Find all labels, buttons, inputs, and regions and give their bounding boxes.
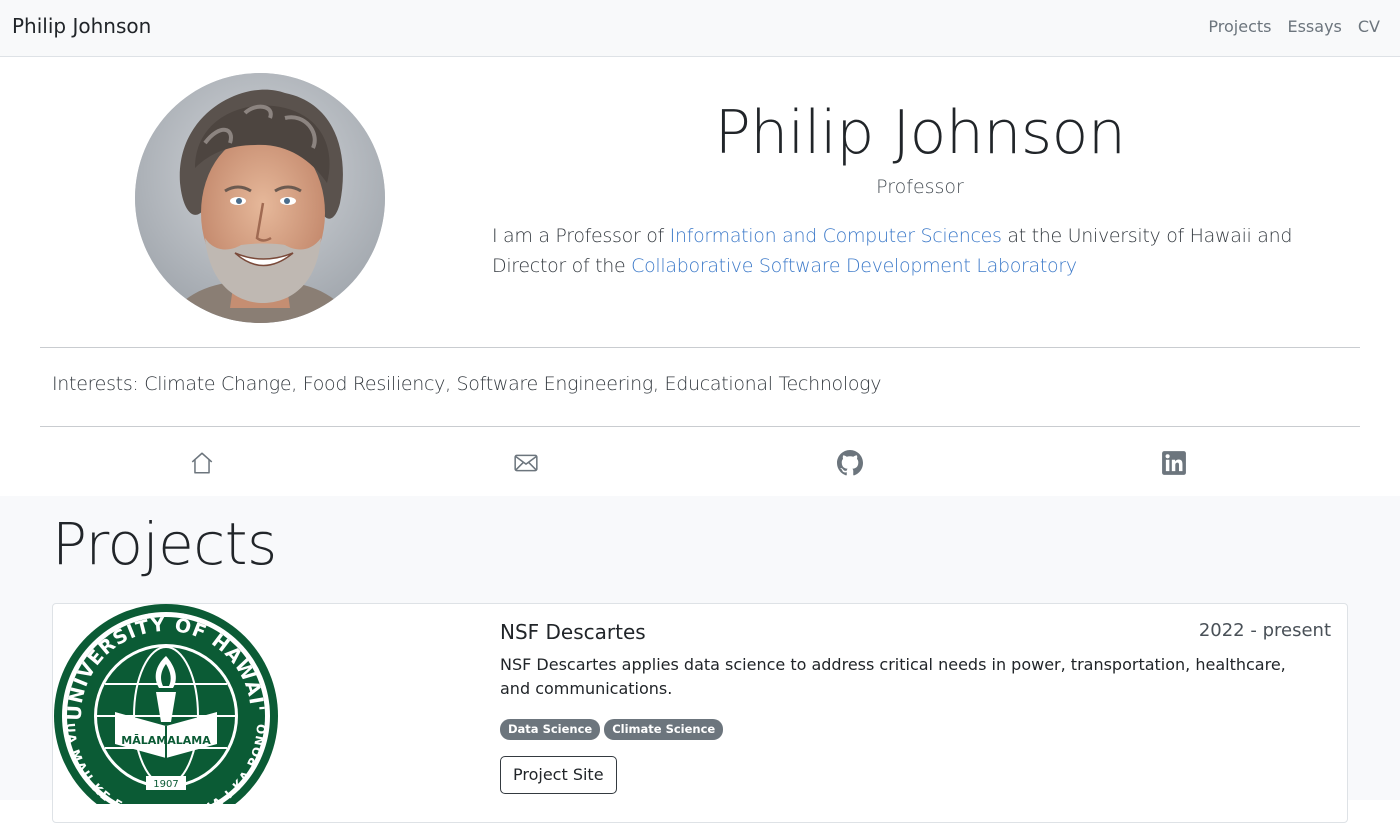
project-description: NSF Descartes applies data science to ad… xyxy=(500,655,1286,698)
seal-year-text: 1907 xyxy=(153,779,178,790)
divider-bottom xyxy=(40,426,1360,427)
profile-title: Professor xyxy=(876,176,964,198)
profile-avatar xyxy=(135,73,385,323)
bio-text-start: I am a Professor of xyxy=(492,225,670,247)
projects-heading: Projects xyxy=(52,510,277,578)
brand-link[interactable]: Philip Johnson xyxy=(12,14,151,38)
nav-links: Projects Essays CV xyxy=(1208,17,1380,36)
ics-department-link[interactable]: Information and Computer Sciences xyxy=(670,225,1002,247)
tag-badge-data-science: Data Science xyxy=(500,719,601,740)
university-of-hawaii-seal: MĀLAMALAMA UNIVERSITY OF HAWAI'I UA MAU … xyxy=(53,604,279,822)
nav-link-cv[interactable]: CV xyxy=(1358,17,1380,36)
home-icon[interactable] xyxy=(188,449,216,477)
divider-top xyxy=(40,347,1360,348)
project-card: MĀLAMALAMA UNIVERSITY OF HAWAI'I UA MAU … xyxy=(52,603,1348,823)
navbar: Philip Johnson Projects Essays CV xyxy=(0,0,1400,57)
interests-text: Interests: Climate Change, Food Resilien… xyxy=(52,373,882,395)
linkedin-icon[interactable] xyxy=(1160,449,1188,477)
github-icon[interactable] xyxy=(836,449,864,477)
profile-bio: I am a Professor of Information and Comp… xyxy=(492,221,1354,281)
seal-ribbon-text: MĀLAMALAMA xyxy=(121,734,211,747)
csdl-link[interactable]: Collaborative Software Development Labor… xyxy=(631,255,1077,277)
project-tags: Data Science Climate Science xyxy=(500,719,724,740)
project-years: 2022 - present xyxy=(1198,620,1331,641)
project-title: NSF Descartes xyxy=(500,620,646,644)
nav-link-essays[interactable]: Essays xyxy=(1287,17,1341,36)
profile-name: Philip Johnson xyxy=(714,98,1126,168)
tag-badge-climate-science: Climate Science xyxy=(604,719,724,740)
nav-link-projects[interactable]: Projects xyxy=(1208,17,1271,36)
project-site-button[interactable]: Project Site xyxy=(500,756,617,794)
envelope-icon[interactable] xyxy=(512,449,540,477)
